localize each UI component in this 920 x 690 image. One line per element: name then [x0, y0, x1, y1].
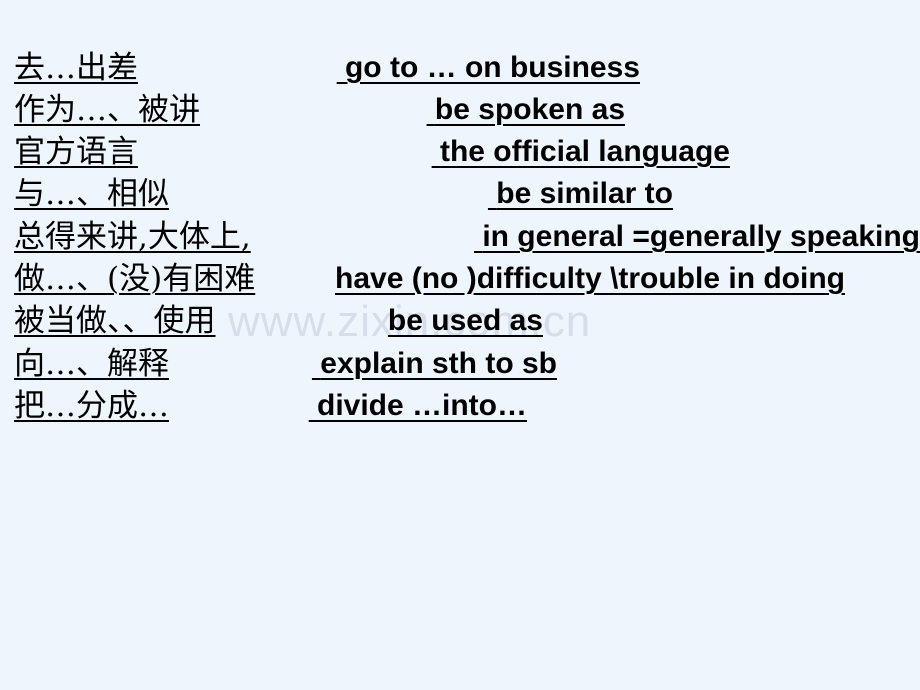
vocabulary-row: 向…、解释 explain sth to sb: [0, 344, 920, 386]
leader-rule: [239, 90, 435, 130]
english-text: divide …into…: [317, 389, 527, 422]
chinese-term: 官方语言: [14, 134, 138, 170]
chinese-term: 被当做、、使用: [14, 303, 216, 339]
english-term: be spoken as: [150, 90, 625, 130]
english-text: be spoken as: [434, 93, 625, 126]
english-text: be similar to: [496, 177, 673, 210]
vocabulary-list: 去…出差 go to … on business 作为…、被讲 be spoke…: [0, 0, 920, 690]
english-text: be used as: [387, 304, 543, 337]
leader-rule: [259, 386, 317, 426]
chinese-term: 把…分成…: [14, 388, 169, 424]
leader-rule: [275, 48, 345, 88]
english-text: the official language: [439, 135, 730, 168]
vocabulary-row: 去…出差 go to … on business: [0, 48, 920, 90]
chinese-term: 去…出差: [14, 50, 138, 86]
english-term: explain sth to sb: [205, 344, 557, 384]
vocabulary-row: 做…、(没)有困难 have (no )difficulty \trouble …: [0, 259, 920, 301]
english-term: in general =generally speaking: [302, 217, 920, 257]
vocabulary-row: 作为…、被讲 be spoken as: [0, 90, 920, 132]
leader-rule: [265, 344, 320, 384]
leader-rule: [306, 174, 496, 214]
english-term: the official language: [205, 132, 730, 172]
leader-rule: [300, 132, 440, 172]
english-term: divide …into…: [205, 386, 527, 426]
english-text: go to … on business: [344, 51, 640, 84]
english-term: have (no )difficulty \trouble in doing: [198, 259, 845, 299]
vocabulary-row: 与…、相似 be similar to: [0, 174, 920, 216]
vocabulary-row: 把…分成… divide …into…: [0, 386, 920, 428]
vocabulary-row: 官方语言 the official language: [0, 132, 920, 174]
english-term: be used as: [258, 301, 543, 341]
english-term: go to … on business: [205, 48, 640, 88]
chinese-term: 总得来讲,大体上,: [14, 219, 251, 255]
leader-rule: [424, 217, 482, 257]
vocabulary-row: 总得来讲,大体上, in general =generally speaking: [0, 217, 920, 259]
slide-canvas: www.zixin.com.cn 去…出差 go to … on busines…: [0, 0, 920, 690]
english-text: in general =generally speaking: [482, 220, 920, 253]
chinese-term: 与…、相似: [14, 176, 169, 212]
chinese-term: 向…、解释: [14, 346, 169, 382]
vocabulary-row: 被当做、、使用 be used as: [0, 301, 920, 343]
english-text: have (no )difficulty \trouble in doing: [335, 262, 845, 295]
english-text: explain sth to sb: [320, 347, 557, 380]
english-term: be similar to: [205, 174, 673, 214]
